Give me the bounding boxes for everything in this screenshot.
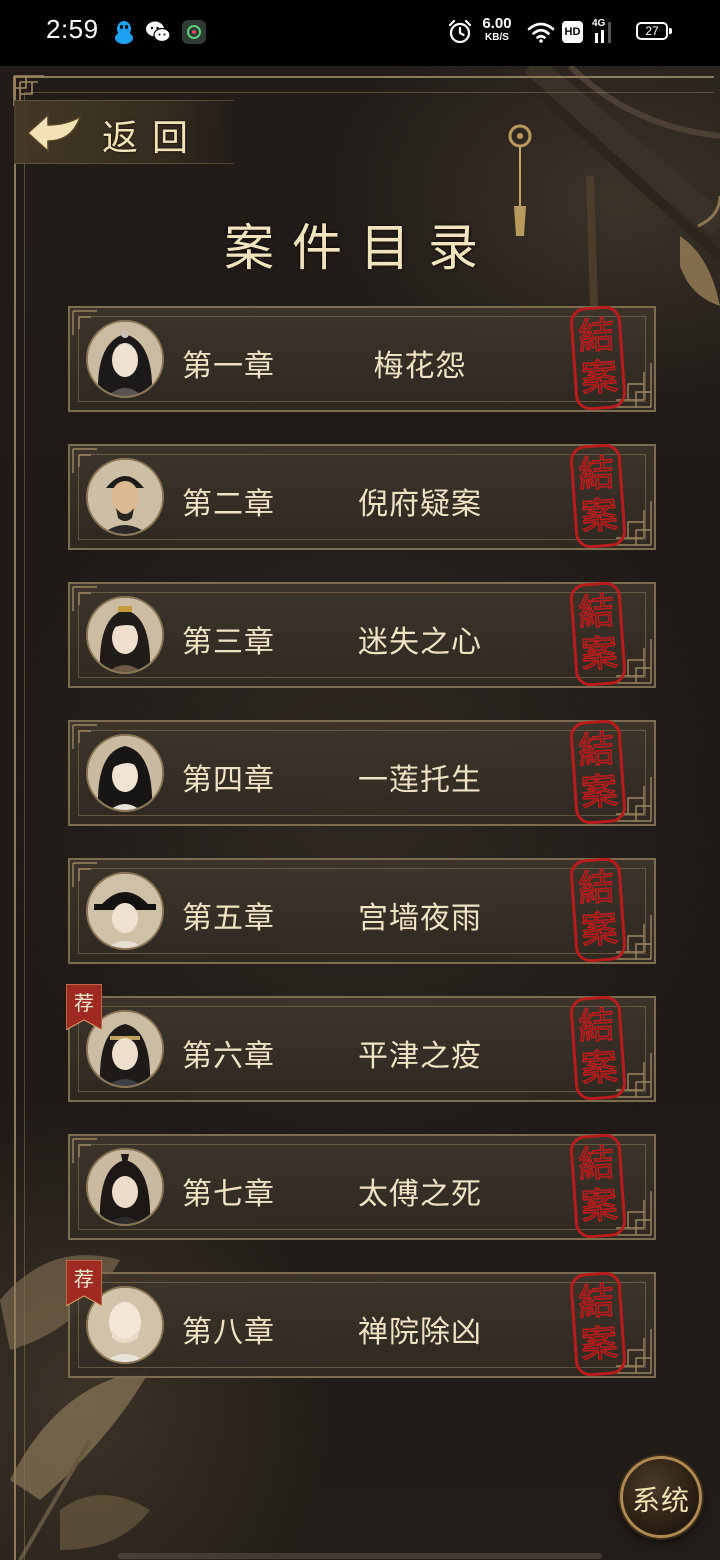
chapter-row-1[interactable]: 第一章 梅花怨 結案 — [68, 305, 656, 412]
chapter-title: 倪府疑案 — [358, 487, 482, 522]
case-closed-seal: 結案 — [568, 302, 628, 414]
chapter-number: 第四章 — [182, 763, 275, 798]
recommended-tag-text: 荐 — [74, 1267, 94, 1291]
case-closed-seal: 結案 — [568, 992, 628, 1104]
chapter-title: 宫墙夜雨 — [358, 901, 482, 936]
avatar — [86, 734, 164, 812]
battery-icon: 27 — [636, 22, 672, 40]
case-closed-seal: 結案 — [568, 578, 628, 690]
avatar — [86, 1148, 164, 1226]
seal-text: 結案 — [576, 1004, 619, 1091]
character-portrait-4 — [88, 736, 162, 810]
chapter-row-2[interactable]: 第二章 倪府疑案 結案 — [68, 443, 656, 550]
avatar — [86, 458, 164, 536]
system-label: 系统 — [631, 1484, 690, 1517]
seal-text: 結案 — [576, 728, 619, 815]
case-closed-seal: 結案 — [568, 1268, 628, 1380]
back-label: 返回 — [102, 118, 203, 159]
chapter-title: 禅院除凶 — [358, 1315, 482, 1350]
net-speed: 6.00 KB/S — [478, 16, 516, 43]
character-portrait-7 — [88, 1150, 162, 1224]
chapter-number: 第八章 — [182, 1315, 275, 1350]
character-portrait-2 — [88, 460, 162, 534]
case-closed-seal: 結案 — [568, 716, 628, 828]
row-corner-lattice — [72, 586, 97, 611]
avatar — [86, 596, 164, 674]
signal-4g-label: 4G — [592, 18, 606, 29]
system-button[interactable]: 系统 — [620, 1456, 702, 1538]
chapter-title: 一莲托生 — [358, 763, 482, 798]
wechat-icon — [146, 21, 171, 43]
avatar — [86, 872, 164, 950]
chapter-number: 第一章 — [182, 349, 275, 384]
chapter-row-6[interactable]: 荐 第六章 平津之疫 結案 — [65, 983, 656, 1102]
row-corner-lattice — [72, 448, 97, 473]
avatar — [86, 320, 164, 398]
chapter-row-8[interactable]: 荐 第八章 禅院除凶 結案 — [65, 1259, 656, 1378]
case-closed-seal: 結案 — [568, 1130, 628, 1242]
chapter-row-5[interactable]: 第五章 宫墙夜雨 結案 — [68, 857, 656, 964]
seal-text: 結案 — [576, 590, 619, 677]
chapter-title: 太傅之死 — [358, 1177, 482, 1212]
wifi-icon — [527, 22, 555, 43]
chapter-row-3[interactable]: 第三章 迷失之心 結案 — [68, 581, 656, 688]
seal-text: 結案 — [576, 1142, 619, 1229]
net-speed-unit: KB/S — [485, 32, 509, 43]
status-bar: 2:59 6.00 KB/S HD 4G 27 — [0, 0, 720, 66]
alarm-icon — [448, 19, 472, 44]
app-root: 2:59 6.00 KB/S HD 4G 27 返回 案件目录 第一章 梅花怨 … — [0, 0, 720, 1560]
recommended-tag: 荐 — [65, 983, 103, 1031]
chapter-row-4[interactable]: 第四章 一莲托生 結案 — [68, 719, 656, 826]
seal-text: 結案 — [576, 1280, 619, 1367]
qq-icon — [115, 21, 133, 44]
signal-4g-icon: 4G — [592, 18, 614, 46]
chapter-number: 第七章 — [182, 1177, 275, 1212]
chapter-row-7[interactable]: 第七章 太傅之死 結案 — [68, 1133, 656, 1240]
row-corner-lattice — [72, 724, 97, 749]
chapter-title: 迷失之心 — [358, 625, 482, 660]
status-time: 2:59 — [46, 14, 99, 44]
seal-text: 結案 — [576, 314, 619, 401]
chapter-number: 第二章 — [182, 487, 275, 522]
case-closed-seal: 結案 — [568, 854, 628, 966]
row-corner-lattice — [72, 862, 97, 887]
chapter-number: 第五章 — [182, 901, 275, 936]
character-portrait-1 — [88, 322, 162, 396]
seal-text: 結案 — [576, 452, 619, 539]
row-corner-lattice — [72, 310, 97, 335]
back-button[interactable]: 返回 — [14, 100, 234, 164]
seal-text: 結案 — [576, 866, 619, 953]
chapter-title: 平津之疫 — [358, 1039, 482, 1074]
home-indicator — [118, 1553, 602, 1559]
net-speed-value: 6.00 — [482, 15, 512, 32]
page-title: 案件目录 — [224, 219, 496, 277]
back-arrow-icon — [26, 113, 82, 153]
chapter-number: 第三章 — [182, 625, 275, 660]
case-closed-seal: 結案 — [568, 440, 628, 552]
row-corner-lattice — [72, 1138, 97, 1163]
recommended-tag-text: 荐 — [74, 991, 94, 1015]
hd-icon: HD — [562, 21, 583, 43]
chapter-number: 第六章 — [182, 1039, 275, 1074]
chapter-title: 梅花怨 — [373, 349, 467, 384]
character-portrait-3 — [88, 598, 162, 672]
app-icon — [182, 20, 206, 44]
recommended-tag: 荐 — [65, 1259, 103, 1307]
character-portrait-5 — [88, 874, 162, 948]
